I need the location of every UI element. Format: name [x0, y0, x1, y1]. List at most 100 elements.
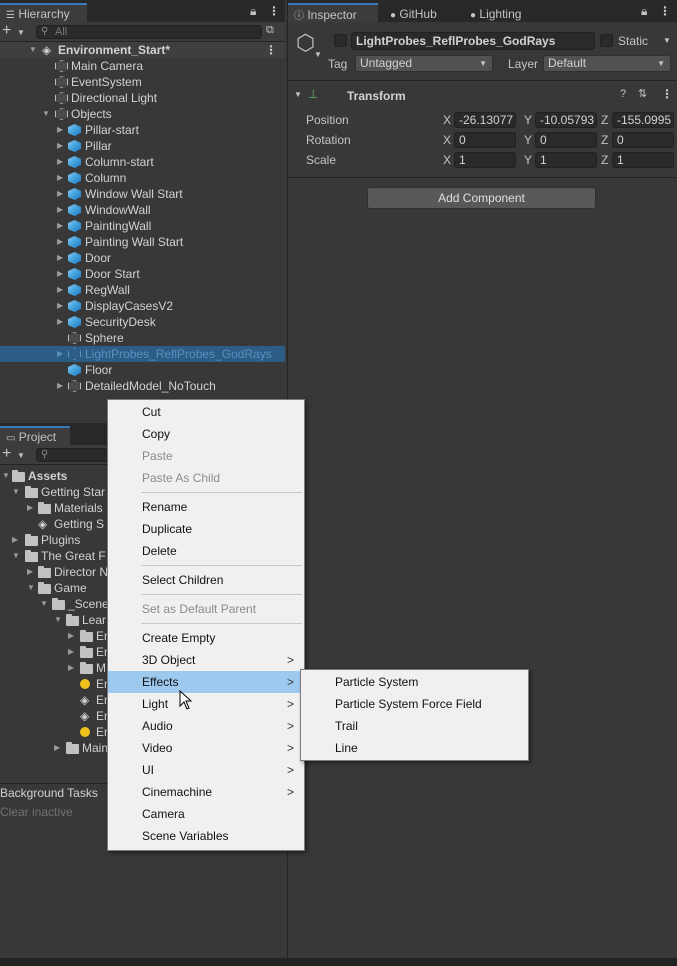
menu-item-particle-system-force-field[interactable]: Particle System Force Field — [301, 693, 528, 715]
hierarchy-item[interactable]: ▶ DetailedModel_NoTouch — [0, 378, 285, 394]
menu-item-light[interactable]: Light > — [108, 693, 304, 715]
collapse-arrow-icon[interactable]: ▶ — [57, 202, 63, 218]
help-icon[interactable]: ? — [620, 88, 626, 100]
collapse-arrow-icon[interactable]: ▶ — [57, 266, 63, 282]
menu-item-effects[interactable]: Effects > — [108, 671, 304, 693]
collapse-arrow-icon[interactable]: ▶ — [57, 378, 63, 394]
preset-icon[interactable]: ⇅ — [638, 87, 647, 100]
menu-item-paste-as-child[interactable]: Paste As Child — [108, 467, 304, 489]
expand-arrow-icon[interactable]: ▼ — [42, 106, 50, 122]
rotation-y-field[interactable]: 0 — [535, 132, 597, 148]
menu-item-scene-variables[interactable]: Scene Variables — [108, 825, 304, 847]
collapse-arrow-icon[interactable]: ▶ — [57, 138, 63, 154]
add-component-button[interactable]: Add Component — [367, 187, 596, 209]
static-dropdown-icon[interactable]: ▼ — [663, 36, 671, 45]
menu-item-rename[interactable]: Rename — [108, 496, 304, 518]
tab-github[interactable]: ● GitHub — [384, 3, 454, 22]
menu-item-cut[interactable]: Cut — [108, 401, 304, 423]
menu-item-video[interactable]: Video > — [108, 737, 304, 759]
hierarchy-item[interactable]: ▼ Objects — [0, 106, 285, 122]
collapse-arrow-icon[interactable]: ▶ — [57, 154, 63, 170]
collapse-arrow-icon[interactable]: ▶ — [57, 298, 63, 314]
collapse-arrow-icon[interactable]: ▶ — [27, 564, 33, 580]
collapse-arrow-icon[interactable]: ▶ — [57, 250, 63, 266]
hierarchy-item[interactable]: ▶ DisplayCasesV2 — [0, 298, 285, 314]
hierarchy-item-selected[interactable]: ▶ LightProbes_ReflProbes_GodRays — [0, 346, 285, 362]
menu-item-trail[interactable]: Trail — [301, 715, 528, 737]
hierarchy-item[interactable]: Directional Light — [0, 90, 285, 106]
clear-inactive-button[interactable]: Clear inactive — [0, 805, 73, 819]
collapse-arrow-icon[interactable]: ▶ — [12, 532, 18, 548]
rotation-x-field[interactable]: 0 — [454, 132, 516, 148]
object-name-field[interactable]: LightProbes_ReflProbes_GodRays — [351, 32, 595, 50]
hierarchy-item[interactable]: ▶ Column — [0, 170, 285, 186]
scale-y-field[interactable]: 1 — [535, 152, 597, 168]
menu-item-duplicate[interactable]: Duplicate — [108, 518, 304, 540]
lock-icon[interactable]: 🔒︎ — [641, 4, 647, 19]
hierarchy-item[interactable]: EventSystem — [0, 74, 285, 90]
tab-project[interactable]: ▭ Project — [0, 426, 70, 445]
menu-item-cinemachine[interactable]: Cinemachine > — [108, 781, 304, 803]
hierarchy-item[interactable]: ▶ SecurityDesk — [0, 314, 285, 330]
panel-menu-icon[interactable]: ⋮ — [659, 4, 671, 18]
scale-x-field[interactable]: 1 — [454, 152, 516, 168]
collapse-arrow-icon[interactable]: ▶ — [68, 628, 74, 644]
collapse-arrow-icon[interactable]: ▶ — [57, 186, 63, 202]
collapse-arrow-icon[interactable]: ▶ — [57, 346, 63, 362]
menu-item-select-children[interactable]: Select Children — [108, 569, 304, 591]
scene-row[interactable]: ▼ ◈ Environment_Start* ⋮ — [0, 42, 285, 58]
tab-hierarchy[interactable]: ☰ Hierarchy — [0, 3, 87, 22]
scene-menu-icon[interactable]: ⋮ — [265, 42, 277, 58]
hierarchy-item[interactable]: ▶ Door Start — [0, 266, 285, 282]
hierarchy-search-input[interactable]: ⚲ All — [36, 25, 262, 39]
tab-inspector[interactable]: ⓘ Inspector — [288, 3, 378, 22]
active-checkbox[interactable] — [334, 34, 347, 47]
position-x-field[interactable]: -26.13077 — [454, 112, 516, 128]
hierarchy-item[interactable]: ▶ Pillar-start — [0, 122, 285, 138]
lock-icon[interactable]: 🔒︎ — [250, 4, 256, 19]
menu-item-create-empty[interactable]: Create Empty — [108, 627, 304, 649]
rotation-z-field[interactable]: 0 — [612, 132, 674, 148]
collapse-arrow-icon[interactable]: ▶ — [57, 314, 63, 330]
scale-z-field[interactable]: 1 — [612, 152, 674, 168]
layer-dropdown[interactable]: Default ▼ — [543, 55, 671, 72]
create-plus-icon[interactable]: + — [2, 22, 11, 40]
expand-arrow-icon[interactable]: ▼ — [29, 42, 37, 58]
icon-dropdown-icon[interactable]: ▼ — [314, 50, 322, 59]
hierarchy-item[interactable]: Floor — [0, 362, 285, 378]
menu-item-copy[interactable]: Copy — [108, 423, 304, 445]
menu-item-set-default-parent[interactable]: Set as Default Parent — [108, 598, 304, 620]
collapse-arrow-icon[interactable]: ▶ — [68, 660, 74, 676]
expand-arrow-icon[interactable]: ▼ — [12, 548, 20, 564]
collapse-arrow-icon[interactable]: ▶ — [57, 170, 63, 186]
expand-arrow-icon[interactable]: ▼ — [40, 596, 48, 612]
menu-item-delete[interactable]: Delete — [108, 540, 304, 562]
tab-lighting[interactable]: ● Lighting — [464, 3, 544, 22]
collapse-arrow-icon[interactable]: ▶ — [57, 122, 63, 138]
static-checkbox[interactable] — [600, 34, 613, 47]
create-plus-icon[interactable]: + — [2, 445, 11, 463]
menu-item-3d-object[interactable]: 3D Object > — [108, 649, 304, 671]
hierarchy-item[interactable]: ▶ RegWall — [0, 282, 285, 298]
scene-search-icon[interactable]: ⧉ — [266, 24, 274, 37]
collapse-arrow-icon[interactable]: ▶ — [57, 282, 63, 298]
tag-dropdown[interactable]: Untagged ▼ — [355, 55, 493, 72]
hierarchy-item[interactable]: ▶ WindowWall — [0, 202, 285, 218]
menu-item-audio[interactable]: Audio > — [108, 715, 304, 737]
create-dropdown-icon[interactable]: ▼ — [17, 451, 25, 460]
menu-item-ui[interactable]: UI > — [108, 759, 304, 781]
hierarchy-item[interactable]: Main Camera — [0, 58, 285, 74]
menu-item-camera[interactable]: Camera — [108, 803, 304, 825]
hierarchy-item[interactable]: ▶ Window Wall Start — [0, 186, 285, 202]
collapse-arrow-icon[interactable]: ▶ — [27, 500, 33, 516]
hierarchy-item[interactable]: ▶ Column-start — [0, 154, 285, 170]
expand-arrow-icon[interactable]: ▼ — [294, 90, 302, 99]
transform-header[interactable]: ▼ ⊥ Transform ? ⇅ ⋮ — [288, 86, 677, 106]
expand-arrow-icon[interactable]: ▼ — [54, 612, 62, 628]
component-menu-icon[interactable]: ⋮ — [661, 87, 673, 101]
collapse-arrow-icon[interactable]: ▶ — [57, 234, 63, 250]
menu-item-line[interactable]: Line — [301, 737, 528, 759]
hierarchy-item[interactable]: Sphere — [0, 330, 285, 346]
create-dropdown-icon[interactable]: ▼ — [17, 28, 25, 37]
collapse-arrow-icon[interactable]: ▶ — [54, 740, 60, 756]
